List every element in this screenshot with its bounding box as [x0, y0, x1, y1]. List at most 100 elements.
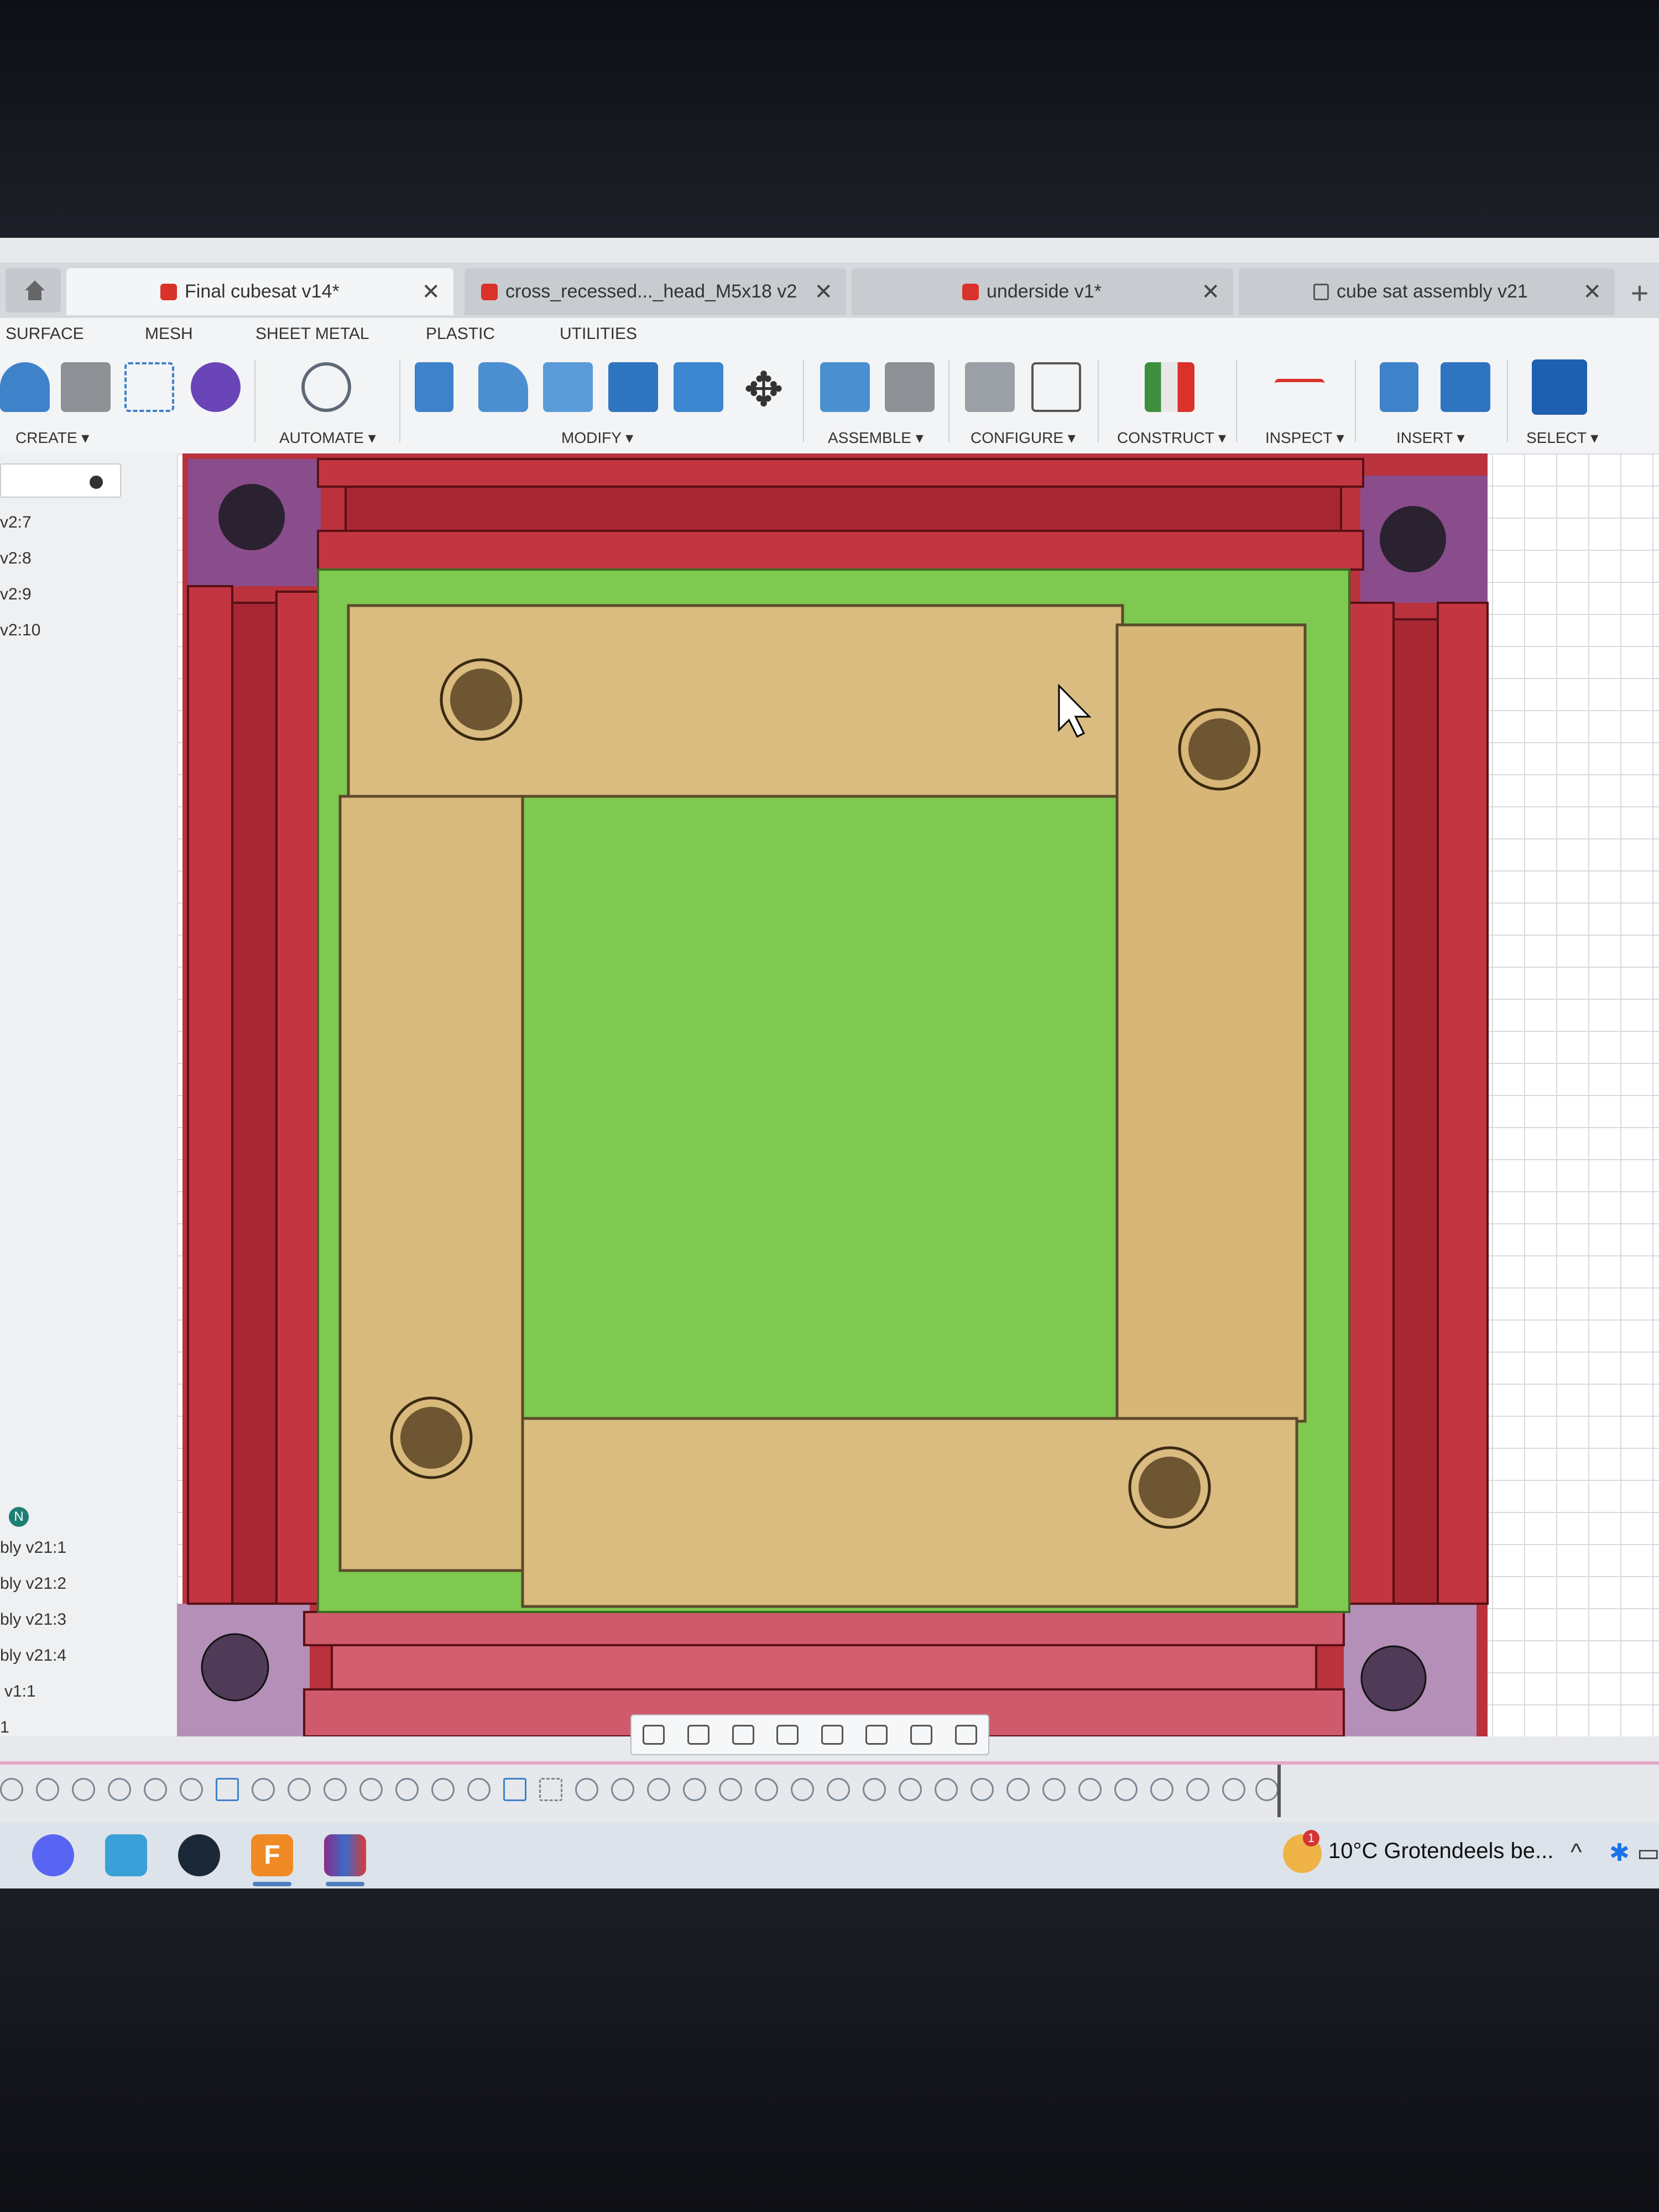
ribbon-tab-mesh[interactable]: MESH: [145, 325, 193, 343]
timeline-feature[interactable]: [971, 1778, 994, 1801]
new-component-tool-icon[interactable]: [820, 362, 870, 412]
press-pull-tool-icon[interactable]: [415, 362, 453, 412]
timeline-feature[interactable]: [144, 1778, 167, 1801]
timeline-feature[interactable]: [252, 1778, 275, 1801]
close-icon[interactable]: ✕: [1201, 279, 1220, 305]
discord-icon[interactable]: [32, 1834, 74, 1876]
timeline-feature[interactable]: [899, 1778, 922, 1801]
timeline-feature[interactable]: [180, 1778, 203, 1801]
browser-item[interactable]: v2:8: [0, 549, 32, 568]
combine-tool-icon[interactable]: [608, 362, 658, 412]
screw-head[interactable]: [1380, 506, 1446, 572]
rail[interactable]: [1437, 602, 1489, 1605]
insert-menu[interactable]: INSERT ▾: [1396, 429, 1465, 447]
browser-filter-field[interactable]: [0, 463, 121, 498]
rail[interactable]: [187, 585, 233, 1605]
plate-hole[interactable]: [450, 669, 512, 731]
ribbon-tab-surface[interactable]: SURFACE: [6, 325, 84, 343]
joint-tool-icon[interactable]: [885, 362, 935, 412]
ribbon-tab-plastic[interactable]: PLASTIC: [426, 325, 495, 343]
construct-menu[interactable]: CONSTRUCT ▾: [1117, 429, 1226, 447]
timeline-feature[interactable]: [431, 1778, 455, 1801]
screw-head[interactable]: [201, 1633, 269, 1702]
browser-item[interactable]: v2:7: [0, 513, 32, 532]
timeline-feature[interactable]: [1186, 1778, 1209, 1801]
automate-menu[interactable]: AUTOMATE ▾: [279, 429, 376, 447]
timeline-feature[interactable]: [395, 1778, 419, 1801]
timeline-feature[interactable]: [467, 1778, 491, 1801]
new-tab-plus-icon[interactable]: +: [1620, 274, 1659, 312]
rail[interactable]: [231, 602, 278, 1605]
select-tool-icon[interactable]: [1532, 359, 1587, 415]
timeline-marker[interactable]: [1277, 1765, 1281, 1817]
orbit-icon[interactable]: [643, 1725, 665, 1745]
browser-item[interactable]: bly v21:1: [0, 1538, 66, 1557]
bluetooth-icon[interactable]: ✱: [1609, 1839, 1630, 1867]
timeline-feature[interactable]: [1042, 1778, 1066, 1801]
plate-hole[interactable]: [1188, 718, 1250, 780]
fusion360-icon[interactable]: F: [251, 1834, 293, 1876]
modify-menu[interactable]: MODIFY ▾: [561, 429, 633, 447]
move-tool-icon[interactable]: ✥: [738, 362, 788, 416]
rail[interactable]: [275, 591, 325, 1605]
browser-item[interactable]: v2:9: [0, 585, 32, 604]
cubesat-model[interactable]: [177, 453, 1659, 1736]
timeline-feature[interactable]: [539, 1778, 562, 1801]
timeline-feature[interactable]: [647, 1778, 670, 1801]
ribbon-tab-utilities[interactable]: UTILITIES: [560, 325, 637, 343]
select-menu[interactable]: SELECT ▾: [1526, 429, 1598, 447]
timeline-feature[interactable]: [1006, 1778, 1030, 1801]
ribbon-tab-sheet-metal[interactable]: SHEET METAL: [255, 325, 369, 343]
3d-viewport[interactable]: [177, 453, 1659, 1755]
timeline-feature[interactable]: [791, 1778, 814, 1801]
insert-derive-icon[interactable]: [1380, 362, 1418, 412]
timeline-feature[interactable]: [72, 1778, 95, 1801]
timeline-feature[interactable]: [36, 1778, 59, 1801]
desktop-icon[interactable]: [105, 1834, 147, 1876]
rail[interactable]: [1392, 618, 1439, 1605]
browser-item[interactable]: bly v21:2: [0, 1574, 66, 1593]
display-settings-icon[interactable]: [865, 1725, 888, 1745]
timeline-feature[interactable]: [216, 1778, 239, 1801]
replace-face-tool-icon[interactable]: [674, 362, 723, 412]
browser-item[interactable]: bly v21:4: [0, 1646, 66, 1665]
browser-item[interactable]: v2:10: [0, 621, 40, 640]
timeline-feature[interactable]: [1078, 1778, 1102, 1801]
timeline-feature[interactable]: [359, 1778, 383, 1801]
rail[interactable]: [303, 1611, 1345, 1646]
weather-text[interactable]: 10°C Grotendeels be...: [1328, 1839, 1553, 1864]
close-icon[interactable]: ✕: [814, 279, 833, 305]
timeline-feature[interactable]: [719, 1778, 742, 1801]
network-icon[interactable]: ▭: [1637, 1839, 1659, 1867]
hole-tool-icon[interactable]: [61, 362, 111, 412]
grid-icon[interactable]: [910, 1725, 933, 1745]
screw-head[interactable]: [1360, 1645, 1427, 1712]
automate-tool-icon[interactable]: [301, 362, 351, 412]
tab-cube-sat-assembly[interactable]: cube sat assembly v21 ✕: [1239, 268, 1615, 315]
fit-icon[interactable]: [821, 1725, 843, 1745]
chevron-up-icon[interactable]: ^: [1571, 1839, 1582, 1866]
winrar-icon[interactable]: [324, 1834, 366, 1876]
zoom-icon[interactable]: [776, 1725, 799, 1745]
timeline-feature[interactable]: [108, 1778, 131, 1801]
rail[interactable]: [317, 530, 1364, 571]
close-icon[interactable]: ✕: [421, 279, 440, 305]
tab-underside[interactable]: underside v1* ✕: [852, 268, 1233, 315]
collapse-icon[interactable]: [90, 476, 103, 489]
create-menu[interactable]: CREATE ▾: [15, 429, 89, 447]
rail[interactable]: [331, 1644, 1317, 1691]
timeline-feature[interactable]: [935, 1778, 958, 1801]
timeline-feature[interactable]: [863, 1778, 886, 1801]
close-icon[interactable]: ✕: [1583, 279, 1601, 305]
shell-tool-icon[interactable]: [543, 362, 593, 412]
configuration-table-icon[interactable]: [1031, 362, 1081, 412]
rail[interactable]: [1348, 602, 1395, 1605]
timeline-feature[interactable]: [683, 1778, 706, 1801]
timeline-feature[interactable]: [1222, 1778, 1245, 1801]
plate-hole[interactable]: [1139, 1457, 1201, 1519]
timeline-feature[interactable]: [503, 1778, 526, 1801]
home-button[interactable]: [6, 268, 61, 312]
browser-item[interactable]: bly v21:3: [0, 1610, 66, 1629]
configure-menu[interactable]: CONFIGURE ▾: [971, 429, 1076, 447]
timeline-feature[interactable]: [611, 1778, 634, 1801]
